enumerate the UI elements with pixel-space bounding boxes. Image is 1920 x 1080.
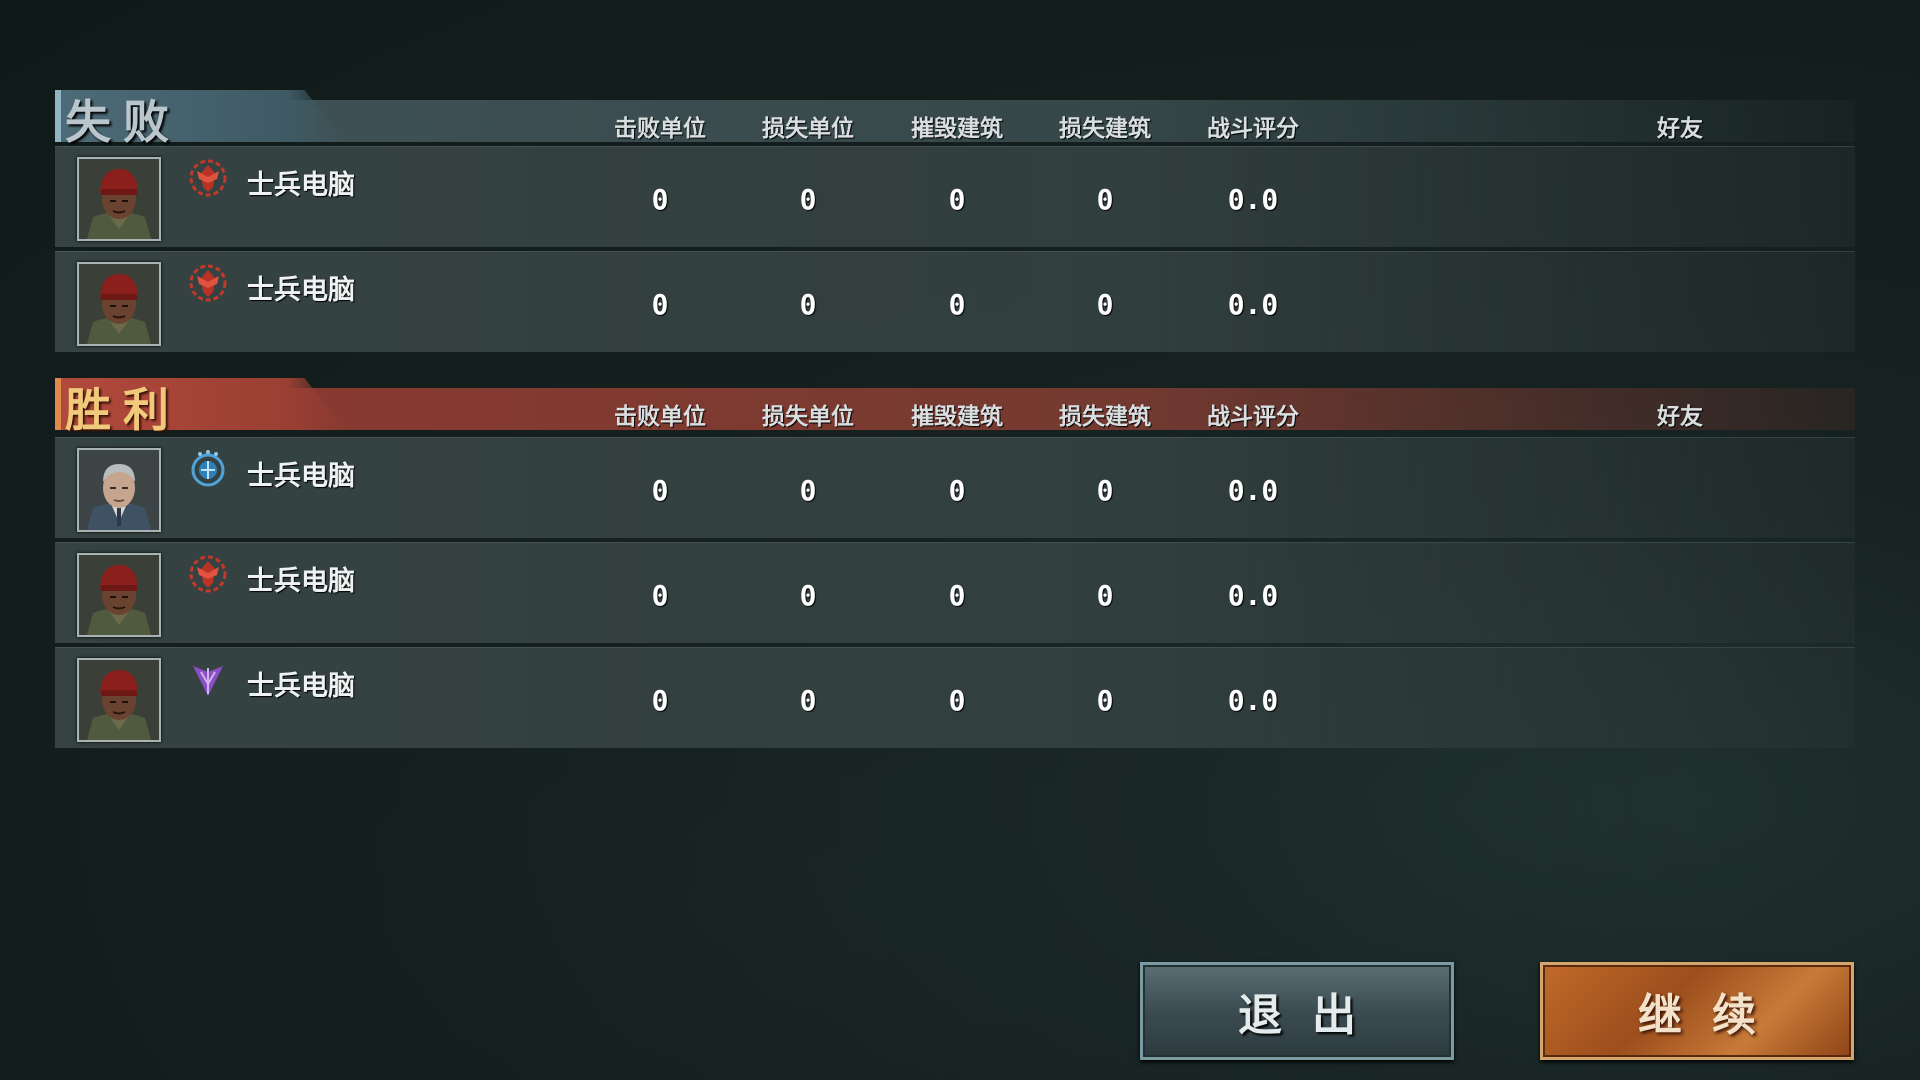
stat-buildings-lost: 0 [1096, 474, 1114, 507]
officer-avatar [77, 448, 161, 532]
victory-title: 胜利 [65, 383, 181, 437]
stat-units-killed: 0 [651, 474, 669, 507]
red-eagle-emblem-icon [187, 262, 229, 304]
player-row: 士兵电脑 0 0 0 0 0.0 [55, 146, 1855, 247]
stat-buildings-lost: 0 [1096, 579, 1114, 612]
col-battle-score: 战斗评分 [1207, 404, 1299, 430]
col-battle-score: 战斗评分 [1207, 116, 1299, 142]
defeat-section-header: 失败 击败单位 损失单位 摧毁建筑 损失建筑 战斗评分 好友 [55, 90, 1855, 149]
col-units-lost: 损失单位 [762, 116, 854, 142]
player-name: 士兵电脑 [247, 566, 355, 597]
stat-buildings-destroyed: 0 [948, 579, 966, 612]
player-name: 士兵电脑 [247, 671, 355, 702]
col-units-killed: 击败单位 [614, 404, 706, 430]
stat-battle-score: 0.0 [1227, 183, 1279, 216]
header-tag-edge [55, 378, 61, 430]
stat-units-lost: 0 [799, 288, 817, 321]
stat-units-killed: 0 [651, 684, 669, 717]
soldier-avatar [77, 553, 161, 637]
col-buildings-destroyed: 摧毁建筑 [911, 404, 1003, 430]
player-name: 士兵电脑 [247, 170, 355, 201]
stat-buildings-destroyed: 0 [948, 684, 966, 717]
col-buildings-destroyed: 摧毁建筑 [911, 116, 1003, 142]
col-friend: 好友 [1657, 404, 1703, 430]
player-row: 士兵电脑 0 0 0 0 0.0 [55, 542, 1855, 643]
col-buildings-lost: 损失建筑 [1059, 116, 1151, 142]
stat-buildings-destroyed: 0 [948, 288, 966, 321]
col-friend: 好友 [1657, 116, 1703, 142]
continue-button[interactable]: 继续 [1540, 962, 1854, 1060]
red-eagle-emblem-icon [187, 157, 229, 199]
stat-battle-score: 0.0 [1227, 288, 1279, 321]
stat-battle-score: 0.0 [1227, 474, 1279, 507]
col-units-lost: 损失单位 [762, 404, 854, 430]
header-tag-edge [55, 90, 61, 142]
stat-buildings-destroyed: 0 [948, 183, 966, 216]
player-name: 士兵电脑 [247, 275, 355, 306]
soldier-avatar [77, 262, 161, 346]
stat-buildings-destroyed: 0 [948, 474, 966, 507]
stat-units-killed: 0 [651, 183, 669, 216]
stat-units-lost: 0 [799, 684, 817, 717]
stat-units-lost: 0 [799, 183, 817, 216]
purple-trident-emblem-icon [187, 658, 229, 700]
exit-button[interactable]: 退出 [1140, 962, 1454, 1060]
red-eagle-emblem-icon [187, 553, 229, 595]
soldier-avatar [77, 157, 161, 241]
col-units-killed: 击败单位 [614, 116, 706, 142]
victory-section-header: 胜利 击败单位 损失单位 摧毁建筑 损失建筑 战斗评分 好友 [55, 378, 1855, 437]
stat-units-killed: 0 [651, 288, 669, 321]
stat-units-lost: 0 [799, 579, 817, 612]
blue-globe-emblem-icon [187, 448, 229, 490]
player-row: 士兵电脑 0 0 0 0 0.0 [55, 251, 1855, 352]
soldier-avatar [77, 658, 161, 742]
stat-battle-score: 0.0 [1227, 684, 1279, 717]
stat-units-lost: 0 [799, 474, 817, 507]
stat-buildings-lost: 0 [1096, 684, 1114, 717]
player-row: 士兵电脑 0 0 0 0 0.0 [55, 647, 1855, 748]
stat-buildings-lost: 0 [1096, 183, 1114, 216]
player-row: 士兵电脑 0 0 0 0 0.0 [55, 437, 1855, 538]
stat-buildings-lost: 0 [1096, 288, 1114, 321]
player-name: 士兵电脑 [247, 461, 355, 492]
stat-battle-score: 0.0 [1227, 579, 1279, 612]
col-buildings-lost: 损失建筑 [1059, 404, 1151, 430]
stat-units-killed: 0 [651, 579, 669, 612]
defeat-title: 失败 [65, 95, 181, 149]
